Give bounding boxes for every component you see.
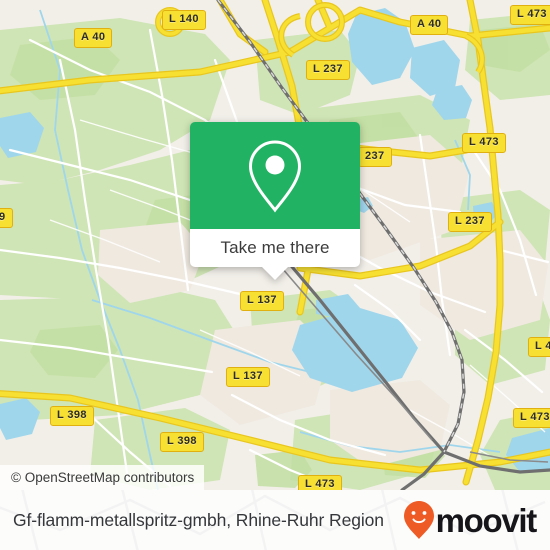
road-shield: A 40	[410, 15, 449, 35]
road-shield: L 473	[513, 408, 550, 428]
map-canvas[interactable]: L 140 A 40 L 473 A 40 L 237 L 473 237 L …	[0, 0, 550, 490]
map-screenshot-page: L 140 A 40 L 473 A 40 L 237 L 473 237 L …	[0, 0, 550, 550]
moovit-logo[interactable]: moovit	[403, 500, 538, 540]
footer-content: Gf-flamm-metallspritz-gmbh, Rhine-Ruhr R…	[0, 490, 550, 550]
road-shield: L 398	[50, 406, 94, 426]
popup-action-bar[interactable]: Take me there	[190, 229, 360, 280]
road-shield: L 137	[240, 291, 284, 311]
road-shield: L 473	[298, 475, 342, 490]
moovit-wordmark: moovit	[435, 501, 538, 539]
road-shield: L 137	[226, 367, 270, 387]
road-shield: 237	[358, 147, 392, 167]
footer-bar: Gf-flamm-metallspritz-gmbh, Rhine-Ruhr R…	[0, 490, 550, 550]
place-title: Gf-flamm-metallspritz-gmbh, Rhine-Ruhr R…	[13, 509, 384, 530]
moovit-smiley-pin-icon	[403, 500, 435, 540]
road-shield: L 4	[528, 337, 550, 357]
road-shield: 9	[0, 208, 13, 228]
popup-pointer-arrow	[261, 266, 289, 280]
place-popup-card[interactable]: Take me there	[190, 122, 360, 280]
road-shield: L 473	[510, 5, 550, 25]
road-shield: L 237	[448, 212, 492, 232]
road-shield: L 398	[160, 432, 204, 452]
openstreetmap-attribution[interactable]: © OpenStreetMap contributors	[11, 470, 194, 485]
road-shield: L 237	[306, 60, 350, 80]
map-attribution-bar: © OpenStreetMap contributors	[0, 465, 205, 490]
location-pin-icon	[242, 136, 308, 216]
road-shield: L 473	[462, 133, 506, 153]
take-me-there-label: Take me there	[220, 238, 330, 257]
road-shield: A 40	[74, 28, 113, 48]
road-shield: L 140	[162, 10, 206, 30]
popup-image-area	[190, 122, 360, 229]
